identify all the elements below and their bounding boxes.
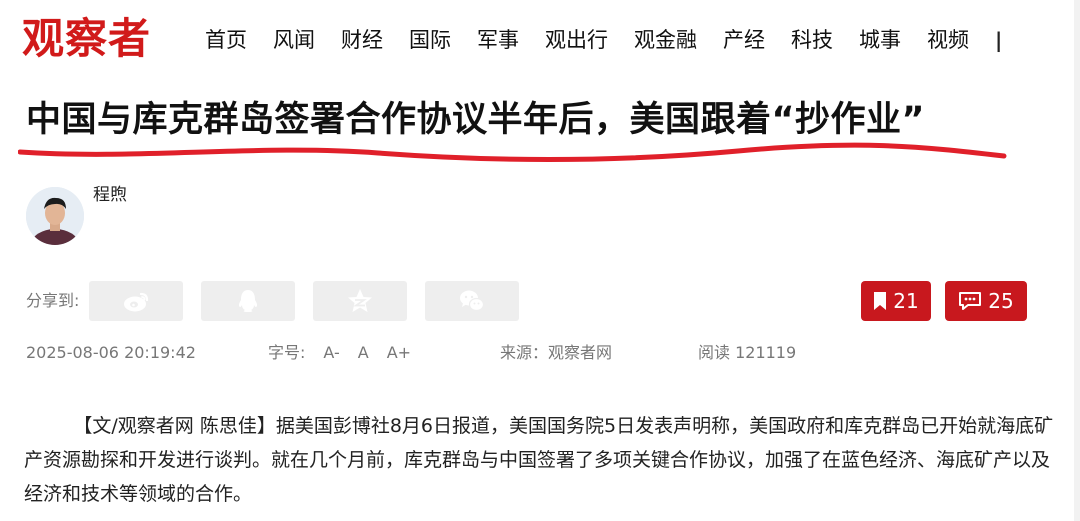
article-title: 中国与库克群岛签署合作协议半年后，美国跟着“抄作业”: [26, 100, 926, 140]
bookmark-count: 21: [893, 289, 919, 313]
author-avatar[interactable]: [26, 187, 84, 245]
font-size-label: 字号:: [268, 343, 306, 362]
share-label: 分享到:: [26, 291, 80, 310]
nav-item-video[interactable]: 视频: [927, 22, 969, 58]
comment-button[interactable]: 25: [945, 281, 1027, 321]
nav-item-international[interactable]: 国际: [409, 22, 451, 58]
site-logo[interactable]: 观察者: [22, 10, 151, 68]
comment-icon: [959, 292, 982, 310]
nav-item-tech[interactable]: 科技: [791, 22, 833, 58]
nav-item-home[interactable]: 首页: [205, 22, 247, 58]
nav-item-industry[interactable]: 产经: [723, 22, 765, 58]
nav-item-finance[interactable]: 财经: [341, 22, 383, 58]
qzone-star-icon: [348, 289, 372, 312]
share-qq-button[interactable]: [201, 281, 295, 321]
share-wechat-button[interactable]: [425, 281, 519, 321]
bookmark-icon: [874, 292, 887, 310]
article-paragraph: 【文/观察者网 陈思佳】据美国彭博社8月6日报道，美国国务院5日发表声明称，美国…: [24, 415, 1054, 505]
nav-item-travel[interactable]: 观出行: [545, 22, 608, 58]
nav-item-banking[interactable]: 观金融: [634, 22, 697, 58]
font-size-control: 字号: A- A A+: [268, 343, 411, 363]
main-nav: 首页 风闻 财经 国际 军事 观出行 观金融 产经 科技 城事 视频 |: [205, 22, 1002, 58]
font-size-normal-button[interactable]: A: [358, 343, 369, 362]
nav-item-fengwen[interactable]: 风闻: [273, 22, 315, 58]
font-size-larger-button[interactable]: A+: [387, 343, 411, 362]
title-underline: [18, 142, 1007, 163]
qq-icon: [238, 290, 258, 312]
page-scrollbar[interactable]: [1074, 0, 1080, 521]
author-name[interactable]: 程煦: [93, 183, 127, 207]
read-count: 阅读 121119: [698, 343, 797, 362]
nav-item-city[interactable]: 城事: [859, 22, 901, 58]
share-weibo-button[interactable]: [89, 281, 183, 321]
bookmark-button[interactable]: 21: [861, 281, 931, 321]
article-source: 来源：观察者网: [500, 343, 613, 362]
publish-date: 2025-08-06 20:19:42: [26, 343, 196, 362]
weibo-icon: [124, 292, 149, 312]
nav-separator: |: [995, 28, 1003, 52]
wechat-icon: [460, 290, 485, 312]
font-size-smaller-button[interactable]: A-: [323, 343, 339, 362]
nav-item-military[interactable]: 军事: [477, 22, 519, 58]
share-qzone-button[interactable]: [313, 281, 407, 321]
article-body: 【文/观察者网 陈思佳】据美国彭博社8月6日报道，美国国务院5日发表声明称，美国…: [24, 409, 1064, 511]
comment-count: 25: [988, 289, 1014, 313]
